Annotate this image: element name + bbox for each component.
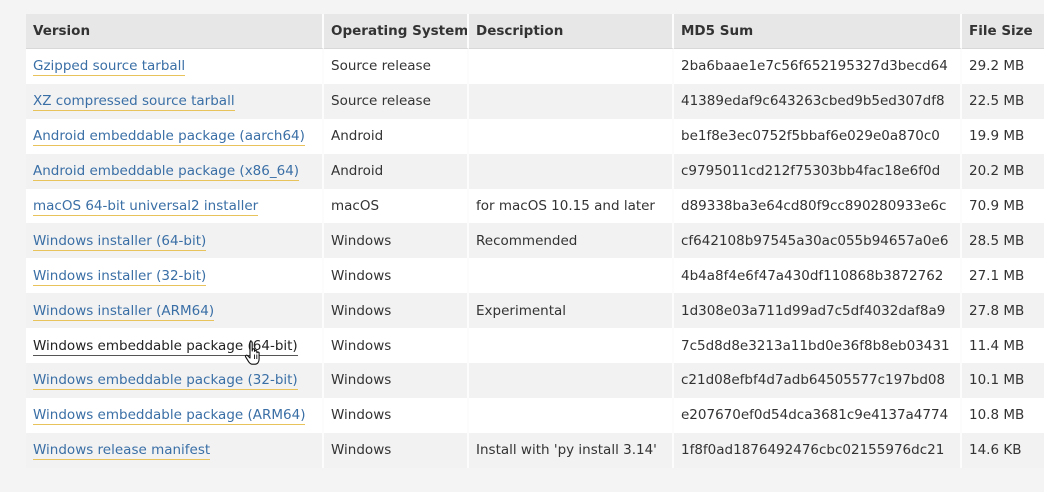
- version-cell: Windows embeddable package (32-bit): [26, 363, 324, 398]
- description-cell: Experimental: [469, 293, 674, 329]
- table-row: Windows installer (32-bit) Windows 4b4a8f4…: [26, 258, 1044, 294]
- download-link[interactable]: Android embeddable package (x86_64): [33, 163, 300, 182]
- md5-cell: 7c5d8d8e3213a11bd0e36f8b8eb03431: [674, 328, 962, 364]
- download-link[interactable]: Windows installer (64-bit): [33, 232, 207, 251]
- table-row: XZ compressed source tarball Source relea…: [26, 83, 1044, 119]
- version-cell: XZ compressed source tarball: [26, 83, 324, 119]
- version-cell: Windows installer (32-bit): [26, 258, 324, 294]
- file-size-cell: 27.8 MB: [962, 293, 1044, 329]
- os-cell: Windows: [324, 293, 469, 329]
- description-cell: [469, 363, 674, 398]
- md5-cell: 2ba6baae1e7c56f652195327d3becd64: [674, 49, 962, 84]
- md5-cell: d89338ba3e64cd80f9cc890280933e6c: [674, 188, 962, 224]
- description-cell: Recommended: [469, 223, 674, 259]
- table-row: Android embeddable package (x86_64) Andro…: [26, 153, 1044, 189]
- os-cell: Source release: [324, 83, 469, 119]
- os-cell: Windows: [324, 363, 469, 398]
- download-link[interactable]: Windows embeddable package (64-bit): [33, 337, 298, 356]
- table-body: Gzipped source tarball Source release 2ba6…: [26, 49, 1044, 468]
- download-link[interactable]: Gzipped source tarball: [33, 58, 186, 77]
- os-cell: Windows: [324, 397, 469, 433]
- file-size-cell: 28.5 MB: [962, 223, 1044, 259]
- download-link[interactable]: Windows embeddable package (32-bit): [33, 372, 298, 391]
- file-size-cell: 20.2 MB: [962, 153, 1044, 189]
- file-size-cell: 10.8 MB: [962, 397, 1044, 433]
- version-cell: Android embeddable package (x86_64): [26, 153, 324, 189]
- file-size-cell: 70.9 MB: [962, 188, 1044, 224]
- table-row: Windows embeddable package (ARM64) Window…: [26, 397, 1044, 433]
- header-md5: MD5 Sum: [674, 14, 962, 49]
- description-cell: [469, 397, 674, 433]
- table-row: Gzipped source tarball Source release 2ba6…: [26, 49, 1044, 84]
- os-cell: Android: [324, 153, 469, 189]
- os-cell: Source release: [324, 49, 469, 84]
- table-row: Windows release manifest Windows Install w…: [26, 432, 1044, 468]
- md5-cell: be1f8e3ec0752f5bbaf6e029e0a870c0: [674, 118, 962, 154]
- md5-cell: 1f8f0ad1876492476cbc02155976dc21: [674, 432, 962, 468]
- table-row: Windows embeddable package (64-bit) Windo…: [26, 328, 1044, 364]
- os-cell: Windows: [324, 223, 469, 259]
- download-link[interactable]: Android embeddable package (aarch64): [33, 128, 305, 147]
- version-cell: Android embeddable package (aarch64): [26, 118, 324, 154]
- header-os: Operating System: [324, 14, 469, 49]
- download-link[interactable]: XZ compressed source tarball: [33, 93, 235, 112]
- table-header-row: Version Operating System Description MD5…: [26, 14, 1044, 49]
- version-cell: Windows installer (ARM64): [26, 293, 324, 329]
- version-cell: macOS 64-bit universal2 installer: [26, 188, 324, 224]
- table-row: Android embeddable package (aarch64) Andr…: [26, 118, 1044, 154]
- header-file-size: File Size: [962, 14, 1044, 49]
- download-link[interactable]: Windows embeddable package (ARM64): [33, 407, 306, 426]
- table-row: macOS 64-bit universal2 installer macOS fo…: [26, 188, 1044, 224]
- md5-cell: c21d08efbf4d7adb64505577c197bd08: [674, 363, 962, 398]
- version-cell: Windows embeddable package (ARM64): [26, 397, 324, 433]
- description-cell: [469, 49, 674, 84]
- file-size-cell: 11.4 MB: [962, 328, 1044, 364]
- os-cell: Windows: [324, 258, 469, 294]
- header-version: Version: [26, 14, 324, 49]
- file-size-cell: 29.2 MB: [962, 49, 1044, 84]
- table-row: Windows installer (64-bit) Windows Recomme…: [26, 223, 1044, 259]
- file-size-cell: 27.1 MB: [962, 258, 1044, 294]
- os-cell: macOS: [324, 188, 469, 224]
- description-cell: [469, 328, 674, 364]
- version-cell: Windows release manifest: [26, 432, 324, 468]
- table-row: Windows installer (ARM64) Windows Experime…: [26, 293, 1044, 329]
- md5-cell: 4b4a8f4e6f47a430df110868b3872762: [674, 258, 962, 294]
- file-size-cell: 22.5 MB: [962, 83, 1044, 119]
- file-size-cell: 10.1 MB: [962, 363, 1044, 398]
- description-cell: [469, 118, 674, 154]
- download-link[interactable]: Windows installer (32-bit): [33, 267, 207, 286]
- description-cell: for macOS 10.15 and later: [469, 188, 674, 224]
- file-size-cell: 14.6 KB: [962, 432, 1044, 468]
- downloads-table: Version Operating System Description MD5…: [26, 14, 1044, 468]
- download-link[interactable]: Windows installer (ARM64): [33, 302, 215, 321]
- description-cell: [469, 83, 674, 119]
- os-cell: Android: [324, 118, 469, 154]
- download-link[interactable]: macOS 64-bit universal2 installer: [33, 198, 259, 216]
- os-cell: Windows: [324, 328, 469, 364]
- version-cell: Windows installer (64-bit): [26, 223, 324, 259]
- description-cell: [469, 258, 674, 294]
- description-cell: [469, 153, 674, 189]
- md5-cell: cf642108b97545a30ac055b94657a0e6: [674, 223, 962, 259]
- description-cell: Install with 'py install 3.14': [469, 432, 674, 468]
- file-size-cell: 19.9 MB: [962, 118, 1044, 154]
- version-cell: Windows embeddable package (64-bit): [26, 328, 324, 364]
- md5-cell: c9795011cd212f75303bb4fac18e6f0d: [674, 153, 962, 189]
- md5-cell: e207670ef0d54dca3681c9e4137a4774: [674, 397, 962, 433]
- os-cell: Windows: [324, 432, 469, 468]
- md5-cell: 1d308e03a711d99ad7c5df4032daf8a9: [674, 293, 962, 329]
- header-description: Description: [469, 14, 674, 49]
- table-row: Windows embeddable package (32-bit) Windo…: [26, 363, 1044, 398]
- version-cell: Gzipped source tarball: [26, 49, 324, 84]
- download-link[interactable]: Windows release manifest: [33, 442, 211, 461]
- md5-cell: 41389edaf9c643263cbed9b5ed307df8: [674, 83, 962, 119]
